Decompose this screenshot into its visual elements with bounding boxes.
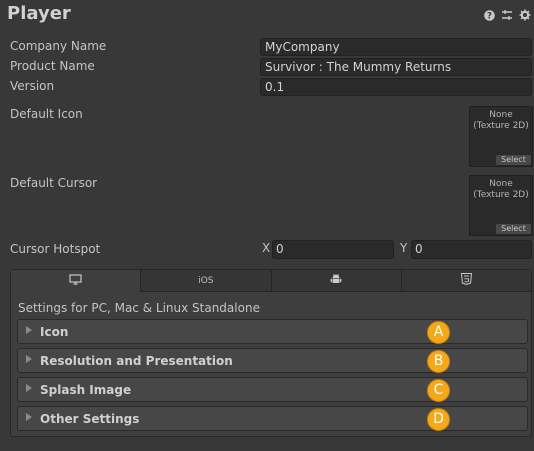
hotspot-y-field[interactable]: 0 <box>411 240 532 259</box>
texture-none-text: None (Texture 2D) <box>473 110 529 131</box>
default-icon-label: Default Icon <box>10 107 83 121</box>
section-label: Other Settings <box>40 412 140 426</box>
default-icon-texture-field[interactable]: None (Texture 2D) Select <box>469 106 533 167</box>
select-button[interactable]: Select <box>496 224 531 234</box>
html5-icon <box>460 273 472 288</box>
chevron-right-icon <box>26 326 32 334</box>
hotspot-y-label: Y <box>400 241 408 255</box>
hotspot-x-field[interactable]: 0 <box>272 240 394 259</box>
svg-text:?: ? <box>487 11 492 20</box>
annotation-badge: C <box>427 379 450 402</box>
section-label: Icon <box>40 325 69 339</box>
default-cursor-texture-field[interactable]: None (Texture 2D) Select <box>469 175 533 236</box>
resolution-section-foldout[interactable]: Resolution and Presentation B <box>17 348 528 373</box>
chevron-right-icon <box>26 355 32 363</box>
splash-image-section-foldout[interactable]: Splash Image C <box>17 377 528 402</box>
other-settings-section-foldout[interactable]: Other Settings D <box>17 406 528 431</box>
select-button[interactable]: Select <box>496 155 531 165</box>
tab-ios[interactable]: iOS <box>141 270 272 292</box>
company-name-label: Company Name <box>10 39 107 53</box>
product-name-label: Product Name <box>10 59 95 73</box>
monitor-icon <box>69 274 82 288</box>
hotspot-x-label: X <box>262 241 271 255</box>
gear-icon[interactable] <box>518 8 532 22</box>
icon-section-foldout[interactable]: Icon A <box>17 319 528 344</box>
texture-none-text: None (Texture 2D) <box>473 179 529 200</box>
tab-ios-label: iOS <box>198 275 214 286</box>
android-icon <box>330 273 342 288</box>
section-label: Resolution and Presentation <box>40 354 233 368</box>
cursor-hotspot-label: Cursor Hotspot <box>10 242 101 256</box>
company-name-field[interactable]: MyCompany <box>260 38 532 56</box>
version-label: Version <box>10 79 55 93</box>
annotation-badge: D <box>427 408 450 431</box>
version-field[interactable]: 0.1 <box>260 78 532 96</box>
tab-standalone[interactable] <box>11 270 142 292</box>
default-cursor-label: Default Cursor <box>10 176 98 190</box>
platform-settings-panel: iOS Settings for PC, Mac & Linux Standal… <box>10 269 532 437</box>
help-icon[interactable]: ? <box>482 8 496 22</box>
preset-icon[interactable] <box>500 8 514 22</box>
chevron-right-icon <box>26 413 32 421</box>
annotation-badge: A <box>427 321 450 344</box>
platform-tabs: iOS <box>11 270 531 292</box>
chevron-right-icon <box>26 384 32 392</box>
product-name-field[interactable]: Survivor : The Mummy Returns <box>260 58 532 76</box>
page-title: Player <box>7 3 71 24</box>
tab-webgl[interactable] <box>401 270 531 292</box>
section-label: Splash Image <box>40 383 132 397</box>
annotation-badge: B <box>427 350 450 373</box>
tab-android[interactable] <box>271 270 402 292</box>
inspector-header: Player ? <box>0 0 534 30</box>
settings-for-heading: Settings for PC, Mac & Linux Standalone <box>18 301 260 315</box>
